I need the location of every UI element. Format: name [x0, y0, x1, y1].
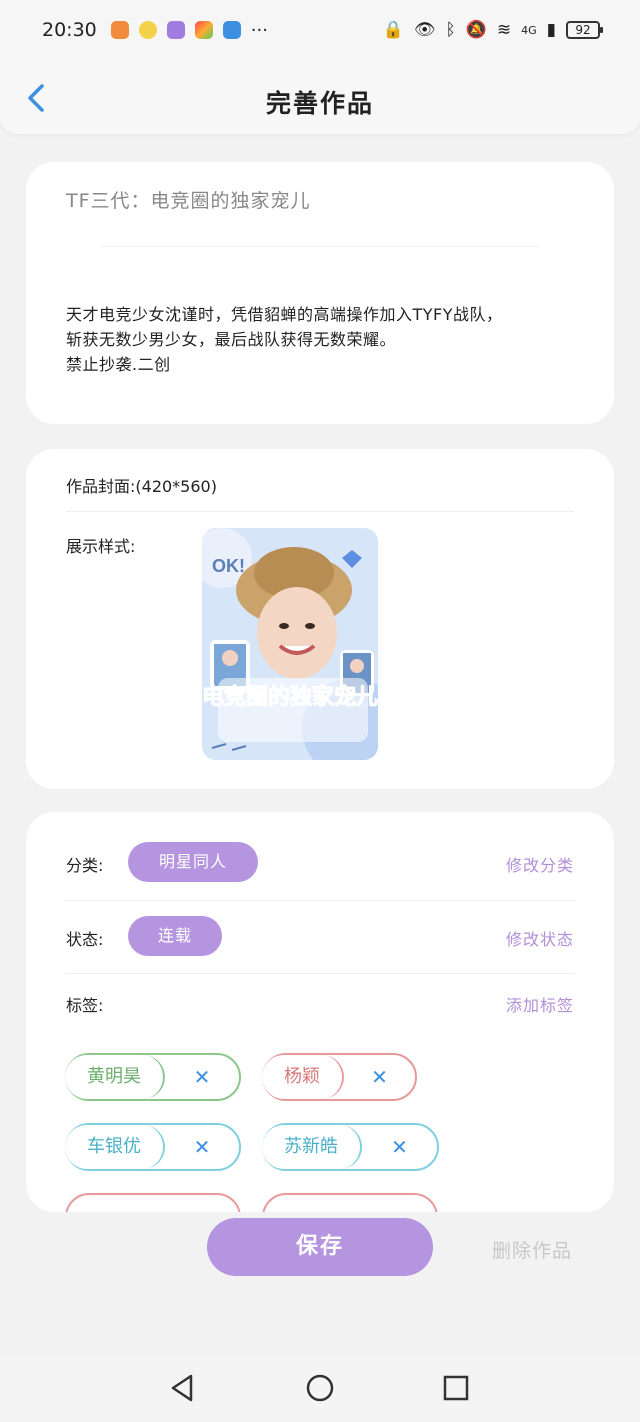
tag-chip-partial	[262, 1193, 438, 1212]
status-bar: 20:30 ··· 🔒 👁 ᛒ 🔕 ≋ 4G ▮ 92	[0, 0, 640, 60]
edit-category-link[interactable]: 修改分类	[506, 852, 574, 876]
save-button[interactable]: 保存	[207, 1218, 433, 1276]
tag-name: 苏新皓	[262, 1125, 362, 1169]
work-title-field[interactable]: TF三代：电竞圈的独家宠儿	[66, 186, 311, 213]
remove-tag-icon[interactable]: ✕	[362, 1135, 437, 1159]
eye-icon: 👁	[413, 20, 436, 40]
cover-label: 作品封面:(420*560)	[66, 477, 217, 496]
network-label: 4G	[521, 23, 537, 37]
remove-tag-icon[interactable]: ✕	[344, 1065, 415, 1089]
nav-back-icon[interactable]	[167, 1372, 199, 1404]
battery-icon: 92	[566, 21, 603, 39]
game-controller-icon	[166, 21, 185, 39]
status-label: 状态:	[66, 930, 104, 949]
tag-chip-partial	[65, 1193, 241, 1212]
page-title: 完善作品	[265, 89, 374, 118]
cover-card: 作品封面:(420*560) 展示样式: OK! 电竞圈的独家宠儿	[26, 449, 614, 789]
app-notification-icon	[110, 21, 129, 39]
synopsis-line: 禁止抄袭.二创	[66, 355, 171, 374]
system-nav-bar	[0, 1354, 640, 1422]
meta-card: 分类: 明星同人 修改分类 状态: 连载 修改状态 标签: 添加标签 黄明昊 ✕…	[26, 812, 614, 1212]
nav-recents-icon[interactable]	[440, 1372, 472, 1404]
display-style-label: 展示样式:	[66, 537, 136, 556]
header: 完善作品	[0, 60, 640, 134]
app-notification-icon	[222, 21, 241, 39]
tag-chip: 苏新皓 ✕	[262, 1123, 439, 1171]
divider	[66, 900, 574, 901]
synopsis-line: 天才电竞少女沈谨时，凭借貂蝉的高端操作加入TYFY战队，	[66, 305, 503, 324]
category-label: 分类:	[66, 856, 104, 875]
wifi-icon: ≋	[496, 20, 512, 40]
synopsis-field[interactable]: 天才电竞少女沈谨时，凭借貂蝉的高端操作加入TYFY战队， 斩获无数少男少女，最后…	[66, 302, 586, 377]
more-notifications-icon: ···	[250, 19, 268, 41]
cover-image[interactable]: OK! 电竞圈的独家宠儿	[202, 528, 378, 760]
mute-icon: 🔕	[465, 20, 487, 40]
tag-name: 杨颖	[262, 1055, 344, 1099]
tag-name: 黄明昊	[65, 1055, 165, 1099]
work-info-card: TF三代：电竞圈的独家宠儿 天才电竞少女沈谨时，凭借貂蝉的高端操作加入TYFY战…	[26, 162, 614, 424]
synopsis-line: 斩获无数少男少女，最后战队获得无数荣耀。	[66, 330, 397, 349]
status-time: 20:30	[42, 19, 97, 41]
nav-home-icon[interactable]	[304, 1372, 336, 1404]
remove-tag-icon[interactable]: ✕	[165, 1135, 239, 1159]
app-notification-icon	[138, 21, 157, 39]
divider	[66, 973, 574, 974]
edit-status-link[interactable]: 修改状态	[506, 926, 574, 950]
remove-tag-icon[interactable]: ✕	[165, 1065, 239, 1089]
tags-label: 标签:	[66, 996, 104, 1015]
app-notification-icon	[194, 21, 213, 39]
cover-badge: OK!	[212, 556, 245, 576]
add-tag-link[interactable]: 添加标签	[506, 992, 574, 1016]
signal-icon: ▮	[546, 20, 556, 40]
bluetooth-icon: ᛒ	[445, 20, 456, 40]
cover-illustration: OK! 电竞圈的独家宠儿	[202, 528, 378, 760]
category-pill[interactable]: 明星同人	[128, 842, 258, 882]
tag-chip: 车银优 ✕	[65, 1123, 241, 1171]
tag-chip: 黄明昊 ✕	[65, 1053, 241, 1101]
divider	[66, 511, 574, 512]
divider	[102, 246, 538, 247]
tag-chip: 杨颖 ✕	[262, 1053, 417, 1101]
tag-name: 车银优	[65, 1125, 165, 1169]
delete-work-button[interactable]: 删除作品	[492, 1236, 572, 1263]
cover-title-text: 电竞圈的独家宠儿	[202, 684, 378, 710]
lock-icon: 🔒	[382, 20, 404, 40]
status-pill[interactable]: 连载	[128, 916, 222, 956]
